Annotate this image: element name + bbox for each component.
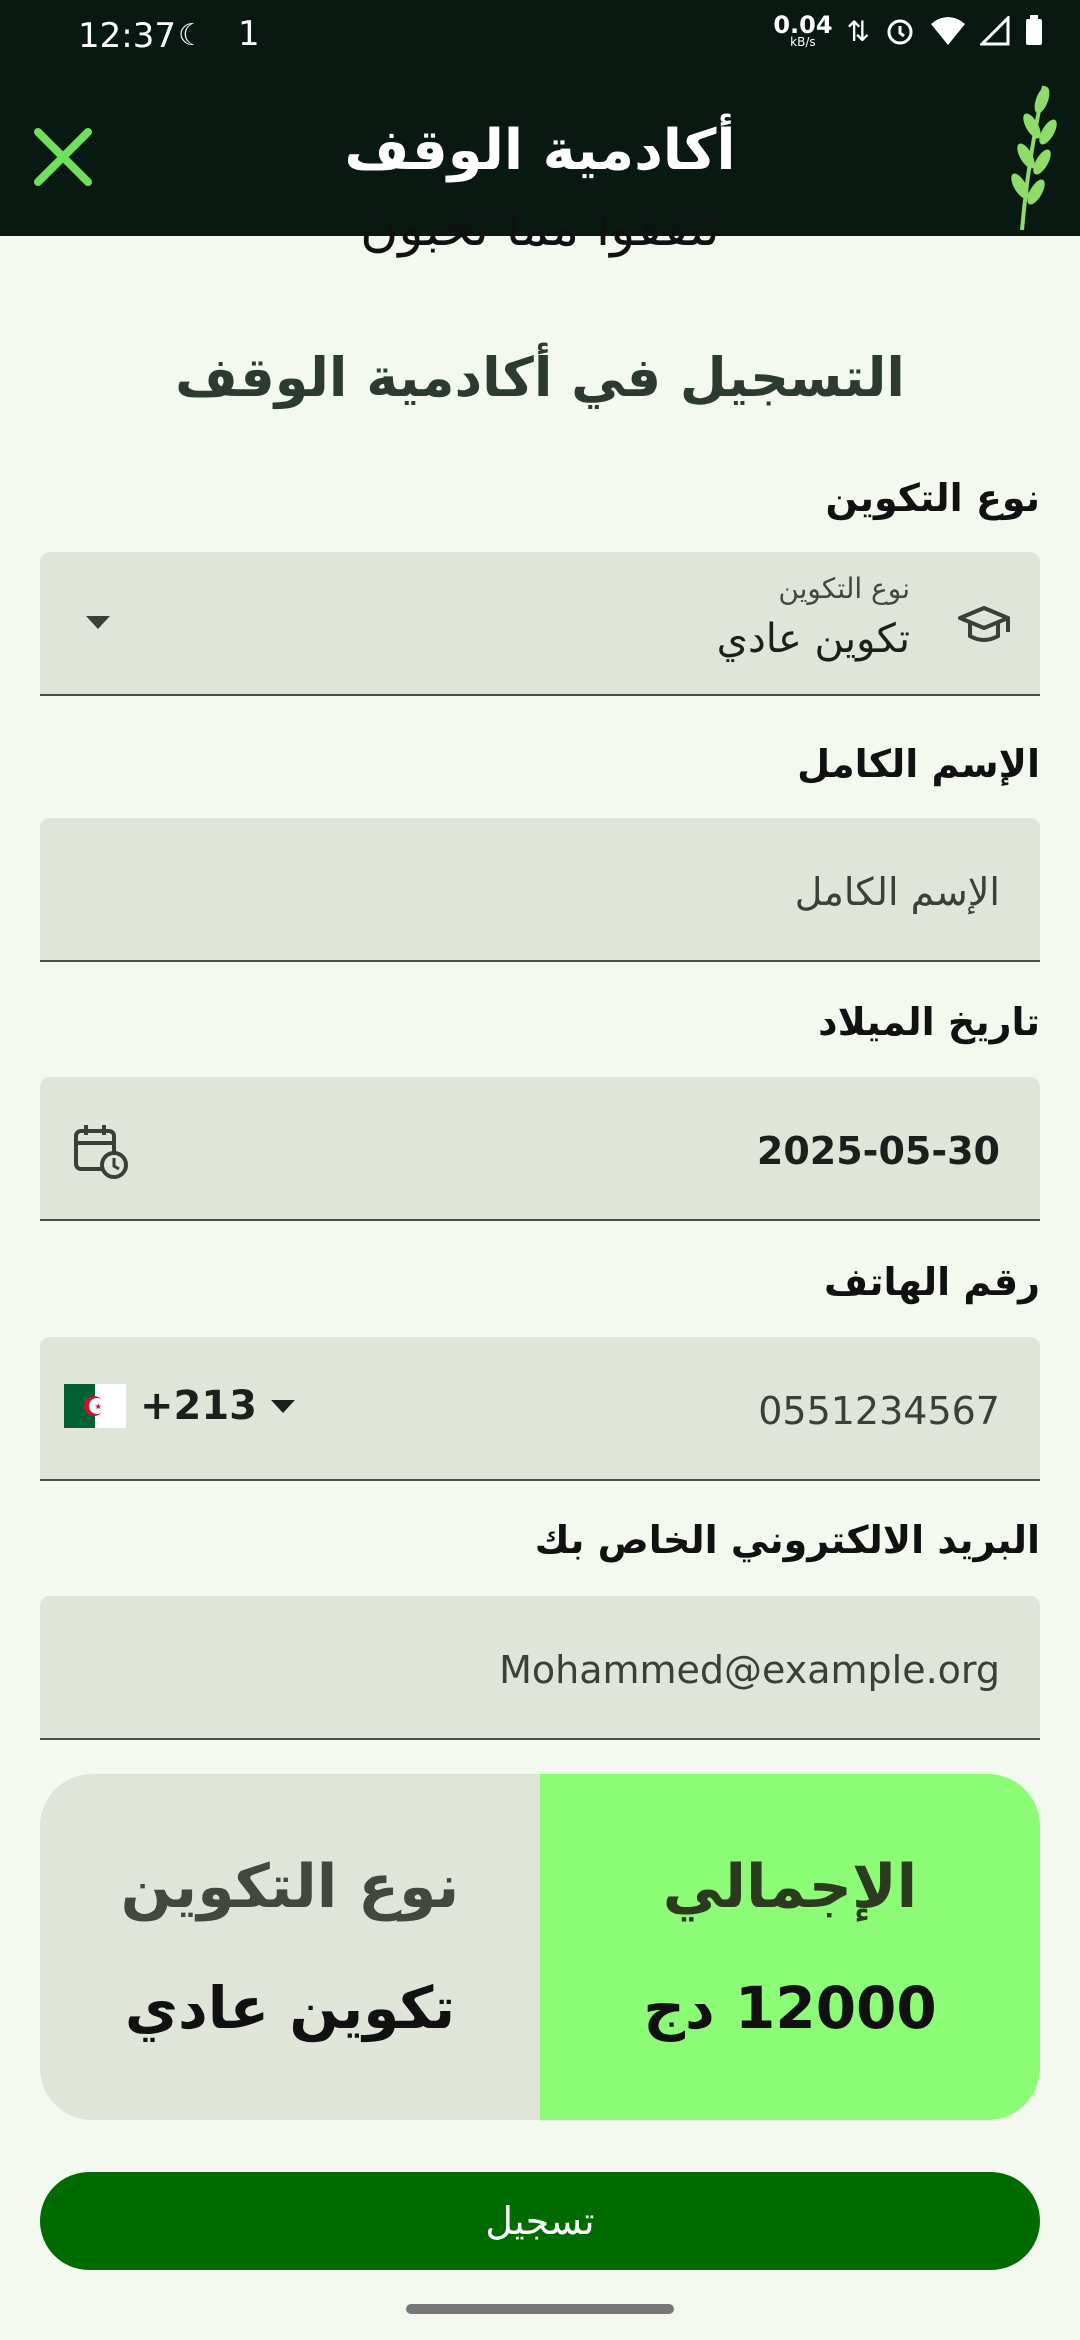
status-right: 0.04 kB/s ⇅ — [773, 13, 1044, 48]
full-name-placeholder: الإسم الكامل — [794, 870, 1000, 914]
wifi-icon — [931, 17, 965, 45]
country-dropdown-caret-icon — [271, 1399, 296, 1413]
register-button[interactable]: تسجيل — [40, 2172, 1040, 2270]
full-name-input[interactable]: الإسم الكامل — [40, 818, 1040, 962]
summary-training-type: نوع التكوين تكوين عادي — [40, 1774, 540, 2120]
training-type-value: تكوين عادي — [716, 616, 910, 662]
full-name-label: الإسم الكامل — [797, 742, 1040, 786]
summary-total: الإجمالي 12000 دج — [540, 1774, 1040, 2120]
email-label: البريد الالكتروني الخاص بك — [534, 1518, 1040, 1562]
birth-date-label: تاريخ الميلاد — [818, 1000, 1040, 1044]
graduation-cap-icon — [958, 606, 1010, 642]
app-bar: أكادمية الوقف — [0, 76, 1080, 236]
algeria-flag-icon — [64, 1384, 126, 1428]
summary-type-value: تكوين عادي — [124, 1974, 456, 2042]
training-type-select[interactable]: نوع التكوين تكوين عادي — [40, 552, 1040, 696]
alarm-icon — [887, 19, 913, 45]
home-indicator[interactable] — [406, 2304, 674, 2314]
verse-calligraphy: تنفقوا مما تحبون — [360, 216, 720, 258]
wheat-icon — [1011, 85, 1057, 231]
app-title: أكادمية الوقف — [344, 118, 736, 183]
birth-date-value: 2025-05-30 — [756, 1129, 1000, 1173]
phone-label: رقم الهاتف — [824, 1260, 1040, 1304]
phone-placeholder: 0551234567 — [758, 1389, 1000, 1433]
dial-code: +213 — [140, 1383, 258, 1429]
calendar-clock-icon[interactable] — [70, 1121, 130, 1181]
data-arrows-icon: ⇅ — [846, 14, 870, 48]
email-placeholder: Mohammed@example.org — [499, 1648, 1000, 1692]
battery-icon — [1026, 15, 1042, 45]
summary-type-header: نوع التكوين — [120, 1852, 460, 1922]
summary-total-value: 12000 دج — [643, 1974, 937, 2042]
email-input[interactable]: Mohammed@example.org — [40, 1596, 1040, 1740]
network-speed: 0.04 kB/s — [773, 13, 832, 48]
training-type-label: نوع التكوين — [825, 476, 1040, 520]
form-title: التسجيل في أكادمية الوقف — [175, 346, 905, 409]
country-code-picker[interactable]: +213 — [64, 1383, 296, 1429]
birth-date-input[interactable]: 2025-05-30 — [40, 1077, 1040, 1221]
status-bar: 12:37 ☾ 1 0.04 kB/s ⇅ — [0, 0, 1080, 76]
training-type-floating-label: نوع التكوين — [778, 572, 910, 605]
status-time: 12:37 — [78, 16, 176, 56]
summary-total-header: الإجمالي — [662, 1852, 918, 1922]
signal-icon — [980, 16, 1010, 46]
notification-count: 1 — [238, 14, 260, 54]
summary-card: نوع التكوين تكوين عادي الإجمالي 12000 دج — [40, 1774, 1040, 2120]
phone-input[interactable]: +213 0551234567 — [40, 1337, 1040, 1481]
dropdown-caret-icon — [86, 616, 110, 629]
dnd-moon-icon: ☾ — [178, 18, 205, 53]
